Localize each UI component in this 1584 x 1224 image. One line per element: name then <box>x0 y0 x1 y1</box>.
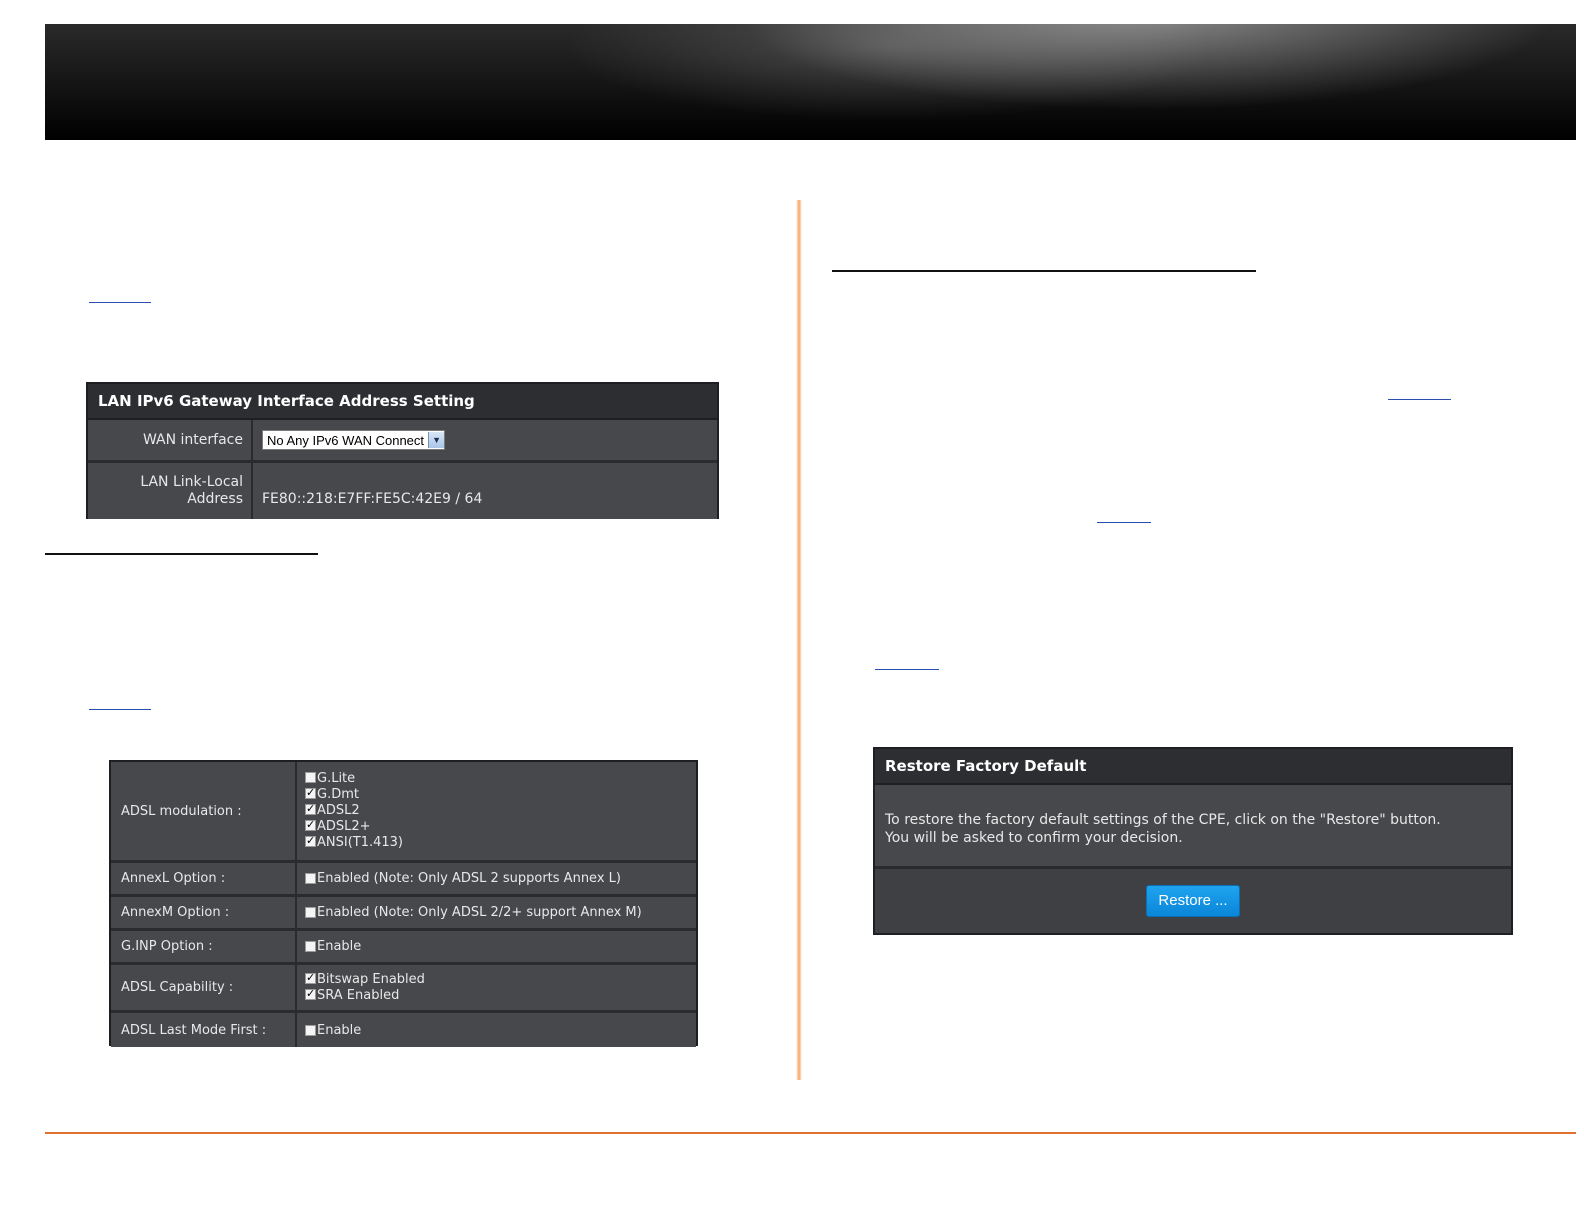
lan-ipv6-gateway-panel: LAN IPv6 Gateway Interface Address Setti… <box>86 382 719 519</box>
wan-interface-selected-value: No Any IPv6 WAN Connect <box>267 432 425 448</box>
restore-description-box: To restore the factory default settings … <box>875 785 1511 869</box>
column-divider <box>796 200 802 1080</box>
ginp-label-cell: G.INP Option : <box>111 931 297 962</box>
link-underline[interactable] <box>875 669 939 670</box>
capability-value-cell: Bitswap Enabled SRA Enabled <box>297 965 696 1010</box>
link-local-label-cell: LAN Link-Local Address <box>88 463 253 519</box>
checkbox-checked[interactable] <box>305 817 316 833</box>
annexm-checkbox[interactable] <box>305 907 316 918</box>
footer-rule <box>45 1132 1576 1134</box>
last-mode-value: Enable <box>317 1022 362 1038</box>
link-underline[interactable] <box>1388 399 1451 400</box>
link-local-row: LAN Link-Local Address FE80::218:E7FF:FE… <box>88 463 717 519</box>
annexl-checkbox[interactable] <box>305 873 316 884</box>
section-rule <box>45 553 318 555</box>
last-mode-value-cell: Enable <box>297 1013 696 1047</box>
wan-interface-label: WAN interface <box>142 432 243 448</box>
link-local-label-line2: Address <box>187 491 243 507</box>
sra-option[interactable]: SRA Enabled <box>305 986 400 1004</box>
sra-label: SRA Enabled <box>317 987 400 1003</box>
last-mode-label: ADSL Last Mode First : <box>121 1022 267 1038</box>
wan-interface-row: WAN interface No Any IPv6 WAN Connect ▼ <box>88 420 717 463</box>
link-local-value: FE80::218:E7FF:FE5C:42E9 / 64 <box>262 491 483 507</box>
ginp-row: G.INP Option : Enable <box>111 931 696 965</box>
adsl-modulation-label: ADSL modulation : <box>121 803 242 819</box>
annexm-value-cell: Enabled (Note: Only ADSL 2/2+ support An… <box>297 897 696 928</box>
header-banner <box>45 24 1576 140</box>
modulation-option-ansi[interactable]: ANSI(T1.413) <box>305 833 404 851</box>
bitswap-option[interactable]: Bitswap Enabled <box>305 970 425 988</box>
annexl-label-cell: AnnexL Option : <box>111 863 297 894</box>
checkbox-checked[interactable] <box>305 801 316 817</box>
adsl-modulation-label-cell: ADSL modulation : <box>111 762 297 860</box>
restore-button[interactable]: Restore ... <box>1146 885 1240 917</box>
ginp-checkbox[interactable] <box>305 941 316 952</box>
option-label: G.Dmt <box>317 787 359 802</box>
annexm-row: AnnexM Option : Enabled (Note: Only ADSL… <box>111 897 696 931</box>
adsl-settings-panel: ADSL modulation : G.Lite G.Dmt ADSL2 ADS… <box>109 760 698 1047</box>
restore-description-line2: You will be asked to confirm your decisi… <box>885 830 1183 846</box>
annexm-label: AnnexM Option : <box>121 905 230 920</box>
capability-row: ADSL Capability : Bitswap Enabled SRA En… <box>111 965 696 1013</box>
wan-interface-select[interactable]: No Any IPv6 WAN Connect ▼ <box>262 430 446 450</box>
wan-interface-label-cell: WAN interface <box>88 420 253 460</box>
annexm-label-cell: AnnexM Option : <box>111 897 297 928</box>
restore-factory-panel: Restore Factory Default To restore the f… <box>873 747 1513 935</box>
option-label: ADSL2 <box>317 803 360 818</box>
restore-button-area: Restore ... <box>875 869 1511 933</box>
link-underline[interactable] <box>1097 522 1151 523</box>
adsl-modulation-options: G.Lite G.Dmt ADSL2 ADSL2+ ANSI(T1.413) <box>297 762 696 860</box>
bitswap-label: Bitswap Enabled <box>317 971 425 987</box>
last-mode-label-cell: ADSL Last Mode First : <box>111 1013 297 1047</box>
chevron-down-icon[interactable]: ▼ <box>428 432 445 448</box>
checkbox-checked[interactable] <box>305 986 316 1002</box>
link-underline[interactable] <box>89 302 151 303</box>
last-mode-checkbox[interactable] <box>305 1024 316 1036</box>
annexl-value: Enabled (Note: Only ADSL 2 supports Anne… <box>317 871 621 886</box>
option-label: ADSL2+ <box>317 819 371 834</box>
ginp-value: Enable <box>317 939 362 954</box>
panel-title: LAN IPv6 Gateway Interface Address Setti… <box>88 384 717 420</box>
checkbox-checked[interactable] <box>305 970 316 986</box>
link-underline[interactable] <box>89 709 151 710</box>
ginp-label: G.INP Option : <box>121 939 213 954</box>
ginp-value-cell: Enable <box>297 931 696 962</box>
capability-label: ADSL Capability : <box>121 980 234 995</box>
checkbox-checked[interactable] <box>305 833 316 849</box>
adsl-modulation-row: ADSL modulation : G.Lite G.Dmt ADSL2 ADS… <box>111 762 696 863</box>
capability-label-cell: ADSL Capability : <box>111 965 297 1010</box>
wan-interface-value-cell: No Any IPv6 WAN Connect ▼ <box>253 420 717 460</box>
checkbox-checked[interactable] <box>305 785 316 801</box>
link-local-value-cell: FE80::218:E7FF:FE5C:42E9 / 64 <box>253 463 717 519</box>
annexm-value: Enabled (Note: Only ADSL 2/2+ support An… <box>317 905 642 920</box>
annexl-row: AnnexL Option : Enabled (Note: Only ADSL… <box>111 863 696 897</box>
restore-description-line1: To restore the factory default settings … <box>885 812 1441 828</box>
option-label: ANSI(T1.413) <box>317 835 404 850</box>
section-rule <box>832 270 1256 272</box>
option-label: G.Lite <box>317 771 356 786</box>
last-mode-row: ADSL Last Mode First : Enable <box>111 1013 696 1047</box>
checkbox[interactable] <box>305 772 316 783</box>
annexl-value-cell: Enabled (Note: Only ADSL 2 supports Anne… <box>297 863 696 894</box>
link-local-label-line1: LAN Link-Local <box>140 474 243 490</box>
panel-title: Restore Factory Default <box>875 749 1511 785</box>
annexl-label: AnnexL Option : <box>121 871 226 886</box>
